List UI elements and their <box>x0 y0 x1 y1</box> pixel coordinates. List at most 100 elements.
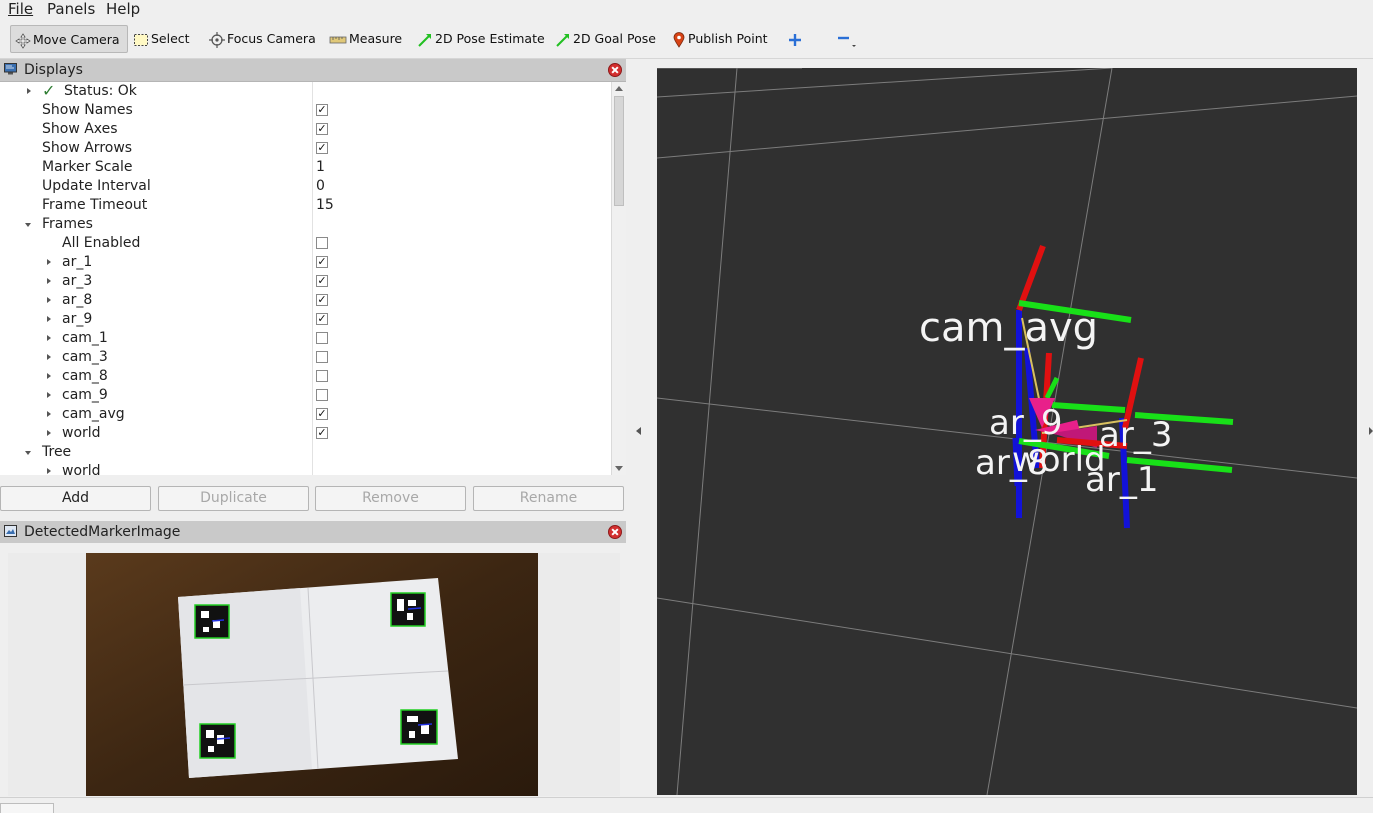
remove-button[interactable]: Remove <box>315 486 466 511</box>
expand-arrow-icon[interactable] <box>47 392 51 398</box>
frame-row[interactable]: ar_8 ✓ <box>0 291 611 310</box>
label-cam-avg: cam_avg <box>919 305 1098 351</box>
frame-label: cam_9 <box>62 387 108 403</box>
image-panel-title: DetectedMarkerImage <box>24 524 181 540</box>
rename-button[interactable]: Rename <box>473 486 624 511</box>
frame-checkbox[interactable]: ✓ <box>316 256 328 268</box>
expand-arrow-icon[interactable] <box>47 335 51 341</box>
measure-button[interactable]: Measure <box>325 25 410 53</box>
show-axes-checkbox[interactable]: ✓ <box>316 123 328 135</box>
monitor-icon <box>4 63 17 75</box>
all-enabled-row[interactable]: All Enabled <box>0 234 611 253</box>
frame-checkbox[interactable]: ✓ <box>316 294 328 306</box>
frame-checkbox[interactable] <box>316 332 328 344</box>
2d-pose-estimate-button[interactable]: 2D Pose Estimate <box>413 25 548 53</box>
frame-row[interactable]: world ✓ <box>0 424 611 443</box>
frame-row[interactable]: cam_3 <box>0 348 611 367</box>
focus-camera-button[interactable]: Focus Camera <box>205 25 320 53</box>
remove-tool-button[interactable] <box>831 25 861 53</box>
expand-arrow-icon[interactable] <box>47 316 51 322</box>
frames-row[interactable]: Frames <box>0 215 611 234</box>
prop-row[interactable]: Marker Scale 1 <box>0 158 611 177</box>
status-row[interactable]: ✓ Status: Ok <box>0 82 611 101</box>
tree-row[interactable]: Tree <box>0 443 611 462</box>
frame-row[interactable]: cam_1 <box>0 329 611 348</box>
tree-child-row[interactable]: world <box>0 462 611 475</box>
all-enabled-label: All Enabled <box>62 235 141 251</box>
collapse-arrow-icon[interactable] <box>25 223 31 227</box>
frame-checkbox[interactable]: ✓ <box>316 427 328 439</box>
scroll-down-icon[interactable] <box>615 466 623 471</box>
expand-arrow-icon[interactable] <box>47 468 51 474</box>
frame-checkbox[interactable]: ✓ <box>316 313 328 325</box>
menu-help[interactable]: Help <box>106 0 140 19</box>
image-panel <box>0 543 626 796</box>
close-image-panel-button[interactable] <box>608 525 622 539</box>
close-displays-button[interactable] <box>608 63 622 77</box>
add-button[interactable]: Add <box>0 486 151 511</box>
prop-row[interactable]: Frame Timeout 15 <box>0 196 611 215</box>
expand-arrow-icon[interactable] <box>47 411 51 417</box>
green-arrow-icon <box>556 33 569 47</box>
displays-scrollbar[interactable] <box>611 82 626 475</box>
frame-label: world <box>62 425 101 441</box>
add-tool-button[interactable] <box>784 25 808 53</box>
aruco-marker <box>199 723 236 759</box>
duplicate-button[interactable]: Duplicate <box>158 486 309 511</box>
frame-checkbox[interactable] <box>316 351 328 363</box>
status-tab[interactable] <box>0 803 54 813</box>
update-interval-value[interactable]: 0 <box>316 177 325 196</box>
show-arrows-checkbox[interactable]: ✓ <box>316 142 328 154</box>
all-enabled-checkbox[interactable] <box>316 237 328 249</box>
collapse-right-icon[interactable] <box>1369 427 1373 435</box>
menu-file[interactable]: File <box>8 0 33 19</box>
move-camera-button[interactable]: Move Camera <box>10 25 128 53</box>
expand-arrow-icon[interactable] <box>47 373 51 379</box>
menu-panels[interactable]: Panels <box>47 0 95 19</box>
expand-arrow-icon[interactable] <box>47 354 51 360</box>
show-names-checkbox[interactable]: ✓ <box>316 104 328 116</box>
marker-scale-value[interactable]: 1 <box>316 158 325 177</box>
frame-label: ar_3 <box>62 273 93 289</box>
frame-row[interactable]: cam_8 <box>0 367 611 386</box>
aruco-marker <box>400 709 438 745</box>
displays-title: Displays <box>24 62 83 78</box>
prop-row[interactable]: Update Interval 0 <box>0 177 611 196</box>
scrollbar-thumb[interactable] <box>614 96 624 206</box>
frame-checkbox[interactable]: ✓ <box>316 408 328 420</box>
frame-row[interactable]: ar_1 ✓ <box>0 253 611 272</box>
expand-arrow-icon[interactable] <box>47 278 51 284</box>
prop-row[interactable]: Show Axes ✓ <box>0 120 611 139</box>
select-button[interactable]: Select <box>129 25 199 53</box>
frame-row[interactable]: cam_avg ✓ <box>0 405 611 424</box>
expand-arrow-icon[interactable] <box>47 297 51 303</box>
label-ar-1: ar_1 <box>1085 460 1158 500</box>
3d-viewport[interactable]: cam_avg ar_9 ar_3 ar_8 world ar_1 <box>657 68 1357 795</box>
collapse-arrow-icon[interactable] <box>25 451 31 455</box>
prop-row[interactable]: Show Arrows ✓ <box>0 139 611 158</box>
frame-row[interactable]: ar_9 ✓ <box>0 310 611 329</box>
expand-arrow-icon[interactable] <box>47 430 51 436</box>
frame-row[interactable]: ar_3 ✓ <box>0 272 611 291</box>
expand-arrow-icon[interactable] <box>27 88 31 94</box>
displays-tree: ✓ Status: Ok Show Names ✓ Show Axes ✓ Sh… <box>0 82 611 475</box>
frame-checkbox[interactable] <box>316 389 328 401</box>
frame-checkbox[interactable]: ✓ <box>316 275 328 287</box>
collapse-left-icon[interactable] <box>636 427 641 435</box>
expand-arrow-icon[interactable] <box>47 259 51 265</box>
scroll-up-icon[interactable] <box>615 86 623 91</box>
prop-row[interactable]: Show Names ✓ <box>0 101 611 120</box>
detected-marker-image <box>8 553 620 796</box>
publish-point-button[interactable]: Publish Point <box>668 25 783 53</box>
prop-label: Marker Scale <box>42 159 133 175</box>
label-ar-3: ar_3 <box>1099 415 1172 455</box>
frame-checkbox[interactable] <box>316 370 328 382</box>
2d-goal-pose-button[interactable]: 2D Goal Pose <box>551 25 666 53</box>
map-pin-icon <box>673 31 685 48</box>
prop-label: Show Names <box>42 102 133 118</box>
prop-label: Show Axes <box>42 121 118 137</box>
label-ar-9: ar_9 <box>989 403 1062 443</box>
plus-icon <box>789 33 801 46</box>
frame-row[interactable]: cam_9 <box>0 386 611 405</box>
frame-timeout-value[interactable]: 15 <box>316 196 334 215</box>
